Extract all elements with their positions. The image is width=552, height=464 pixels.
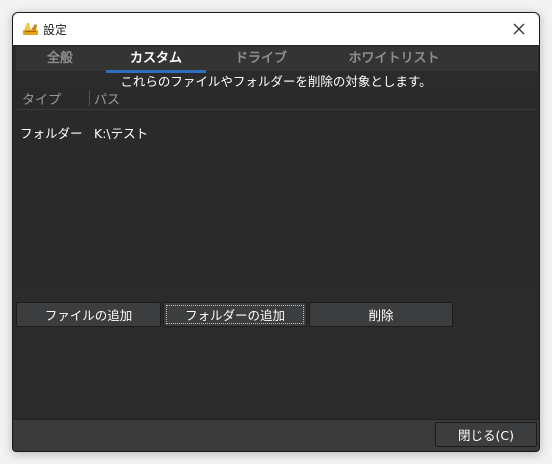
title-bar: 設定 bbox=[13, 13, 539, 45]
column-divider[interactable] bbox=[89, 90, 90, 106]
close-button[interactable]: 閉じる(C) bbox=[435, 422, 537, 447]
settings-window: 設定 全般 カスタム ドライブ ホワイトリスト これらのファイルやフォルダーを削… bbox=[12, 12, 540, 452]
item-path: K:\テスト bbox=[94, 126, 149, 141]
window-title: 設定 bbox=[43, 23, 68, 37]
delete-button[interactable]: 削除 bbox=[309, 302, 453, 327]
add-file-button[interactable]: ファイルの追加 bbox=[16, 302, 161, 327]
tab-drives[interactable]: ドライブ bbox=[214, 47, 308, 71]
broom-icon bbox=[23, 23, 38, 35]
list-item[interactable]: フォルダー K:\テスト bbox=[15, 121, 537, 141]
item-type: フォルダー bbox=[20, 126, 83, 141]
tab-general[interactable]: 全般 bbox=[28, 47, 92, 71]
close-icon[interactable] bbox=[507, 17, 531, 41]
list-header: タイプ パス bbox=[15, 87, 537, 110]
tab-whitelist[interactable]: ホワイトリスト bbox=[332, 47, 456, 71]
tab-custom[interactable]: カスタム bbox=[106, 47, 206, 73]
column-header-path[interactable]: パス bbox=[94, 89, 120, 108]
custom-items-list[interactable]: タイプ パス フォルダー K:\テスト bbox=[15, 87, 537, 287]
column-header-type[interactable]: タイプ bbox=[22, 89, 61, 108]
add-folder-button[interactable]: フォルダーの追加 bbox=[163, 302, 307, 327]
